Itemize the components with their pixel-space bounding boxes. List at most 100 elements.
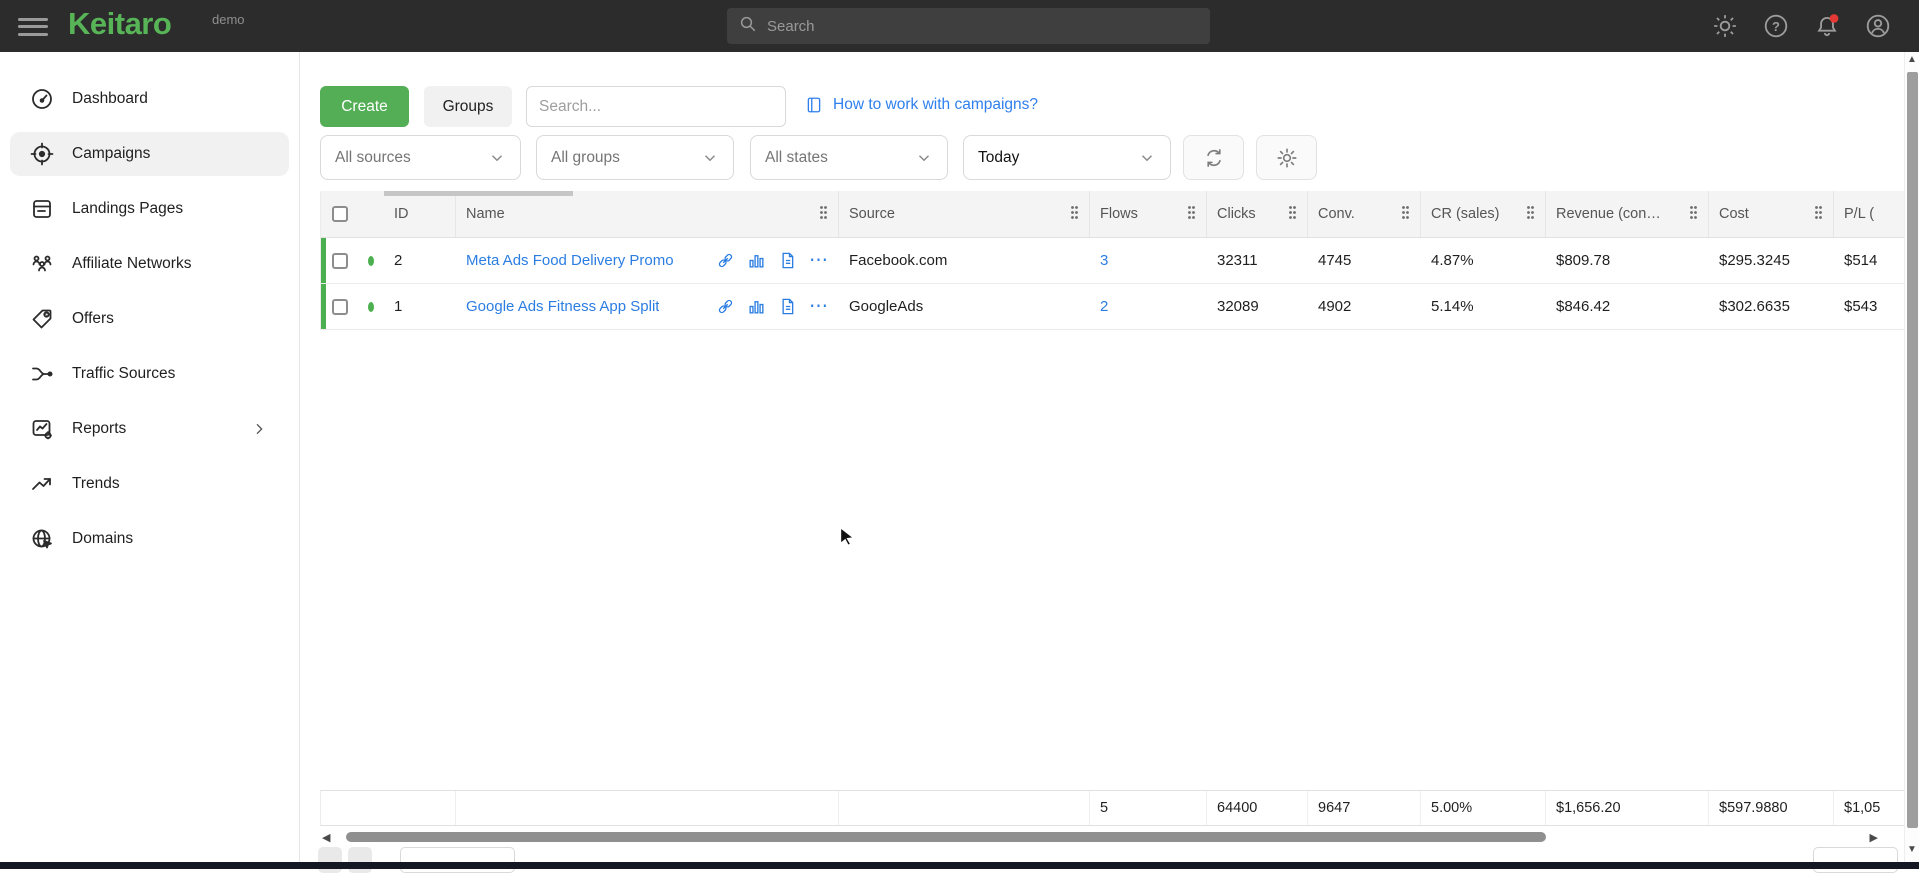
drag-handle-icon[interactable] xyxy=(1288,205,1297,224)
sidebar-item-trends[interactable]: Trends xyxy=(10,462,289,506)
price-tag-icon: s xyxy=(30,307,54,331)
pagination-button[interactable] xyxy=(348,847,372,873)
flows-link[interactable]: 2 xyxy=(1100,298,1108,315)
create-button[interactable]: Create xyxy=(320,86,409,127)
gear-icon xyxy=(1276,147,1298,169)
hamburger-menu-icon[interactable] xyxy=(18,13,48,39)
traffic-split-icon xyxy=(30,362,54,386)
sidebar-item-domains[interactable]: Domains xyxy=(10,517,289,561)
select-all-checkbox[interactable] xyxy=(332,206,348,222)
col-header-clicks[interactable]: Clicks xyxy=(1207,191,1308,237)
col-header-source[interactable]: Source xyxy=(839,191,1090,237)
campaign-name-link[interactable]: Google Ads Fitness App Split xyxy=(466,298,659,315)
chevron-down-icon xyxy=(1138,149,1156,167)
filter-date-range[interactable]: Today xyxy=(963,135,1171,180)
sidebar-item-campaigns[interactable]: Campaigns xyxy=(10,132,289,176)
drag-handle-icon[interactable] xyxy=(819,205,828,224)
book-icon xyxy=(805,96,823,114)
drag-handle-icon[interactable] xyxy=(1187,205,1196,224)
report-chart-icon xyxy=(30,417,54,441)
col-header-cr-sales[interactable]: CR (sales) xyxy=(1421,191,1546,237)
campaign-name-link[interactable]: Meta Ads Food Delivery Promo xyxy=(466,252,674,269)
col-header-flows[interactable]: Flows xyxy=(1090,191,1207,237)
dashboard-gauge-icon xyxy=(30,87,54,111)
notifications-bell-icon[interactable] xyxy=(1814,13,1840,39)
filter-all-groups[interactable]: All groups xyxy=(536,135,734,180)
campaign-link-icon[interactable] xyxy=(716,251,735,270)
more-actions-icon[interactable]: ⋯ xyxy=(809,256,829,266)
gear-icon[interactable] xyxy=(1712,13,1738,39)
refresh-button[interactable] xyxy=(1183,135,1244,180)
total-clicks: 64400 xyxy=(1207,791,1308,825)
sidebar-item-dashboard[interactable]: Dashboard xyxy=(10,77,289,121)
sidebar-item-offers[interactable]: s Offers xyxy=(10,297,289,341)
row-status-cell xyxy=(358,302,384,312)
row-name-cell: Google Ads Fitness App Split ⋯ xyxy=(456,297,839,316)
drag-handle-icon[interactable] xyxy=(1070,205,1079,224)
col-header-conv[interactable]: Conv. xyxy=(1308,191,1421,237)
account-icon[interactable] xyxy=(1865,13,1891,39)
help-icon[interactable]: ? xyxy=(1763,13,1789,39)
status-dot xyxy=(368,302,374,312)
campaign-log-icon[interactable] xyxy=(778,297,797,316)
total-revenue: $1,656.20 xyxy=(1546,791,1709,825)
table-row[interactable]: 1 Google Ads Fitness App Split ⋯ GoogleA… xyxy=(321,284,1919,330)
sidebar-item-landings-pages[interactable]: Landings Pages xyxy=(10,187,289,231)
global-search[interactable] xyxy=(727,8,1210,44)
drag-handle-icon[interactable] xyxy=(1814,205,1823,224)
horizontal-scrollbar[interactable]: ◀ ▶ xyxy=(320,830,1880,844)
filter-label: Today xyxy=(978,149,1019,167)
sidebar-item-label: Traffic Sources xyxy=(72,365,175,383)
bottom-edge-strip xyxy=(0,862,1919,869)
row-conv: 4902 xyxy=(1308,298,1421,315)
filter-all-sources[interactable]: All sources xyxy=(320,135,521,180)
pagination-button[interactable] xyxy=(318,847,342,873)
sidebar-item-label: Landings Pages xyxy=(72,200,183,218)
campaign-stats-icon[interactable] xyxy=(747,297,766,316)
sidebar-item-reports[interactable]: Reports xyxy=(10,407,289,451)
campaign-stats-icon[interactable] xyxy=(747,251,766,270)
env-badge: demo xyxy=(212,12,245,27)
row-clicks: 32311 xyxy=(1207,252,1308,269)
total-flows: 5 xyxy=(1090,791,1207,825)
drag-handle-icon[interactable] xyxy=(1401,205,1410,224)
scroll-left-arrow-icon[interactable]: ◀ xyxy=(322,831,330,844)
filter-all-states[interactable]: All states xyxy=(750,135,948,180)
sidebar-item-label: Affiliate Networks xyxy=(72,255,191,273)
campaign-link-icon[interactable] xyxy=(716,297,735,316)
scroll-down-arrow-icon[interactable]: ▼ xyxy=(1907,844,1917,855)
drag-handle-icon[interactable] xyxy=(1689,205,1698,224)
drag-handle-icon[interactable] xyxy=(1526,205,1535,224)
help-link[interactable]: How to work with campaigns? xyxy=(805,96,1038,114)
vertical-scrollbar-thumb[interactable] xyxy=(1907,72,1918,828)
campaign-log-icon[interactable] xyxy=(778,251,797,270)
row-clicks: 32089 xyxy=(1207,298,1308,315)
pagination-button[interactable] xyxy=(400,847,515,873)
col-header-id[interactable]: ID xyxy=(384,191,456,237)
sidebar-item-affiliate-networks[interactable]: Affiliate Networks xyxy=(10,242,289,286)
per-page-select[interactable] xyxy=(1813,847,1898,873)
scroll-right-arrow-icon[interactable]: ▶ xyxy=(1870,831,1878,844)
horizontal-scrollbar-thumb[interactable] xyxy=(346,832,1546,842)
table-row[interactable]: 2 Meta Ads Food Delivery Promo ⋯ Faceboo… xyxy=(321,238,1919,284)
row-cr: 4.87% xyxy=(1421,252,1546,269)
col-header-name[interactable]: Name xyxy=(456,191,839,237)
sidebar-item-traffic-sources[interactable]: Traffic Sources xyxy=(10,352,289,396)
col-header-revenue[interactable]: Revenue (con… xyxy=(1546,191,1709,237)
filter-label: All sources xyxy=(335,149,411,167)
col-header-cost[interactable]: Cost xyxy=(1709,191,1834,237)
groups-button[interactable]: Groups xyxy=(424,86,512,127)
scroll-up-arrow-icon[interactable]: ▲ xyxy=(1907,54,1917,65)
column-mini-scrollbar[interactable] xyxy=(384,191,573,196)
vertical-scrollbar[interactable]: ▲ ▼ xyxy=(1904,52,1919,862)
row-checkbox[interactable] xyxy=(332,299,348,315)
global-search-input[interactable] xyxy=(767,18,1198,35)
row-id: 2 xyxy=(384,252,456,269)
flows-link[interactable]: 3 xyxy=(1100,252,1108,269)
table-settings-button[interactable] xyxy=(1256,135,1317,180)
document-icon xyxy=(30,197,54,221)
globe-icon xyxy=(30,527,54,551)
campaigns-search-input[interactable] xyxy=(526,86,786,127)
row-checkbox[interactable] xyxy=(332,253,348,269)
more-actions-icon[interactable]: ⋯ xyxy=(809,302,829,312)
